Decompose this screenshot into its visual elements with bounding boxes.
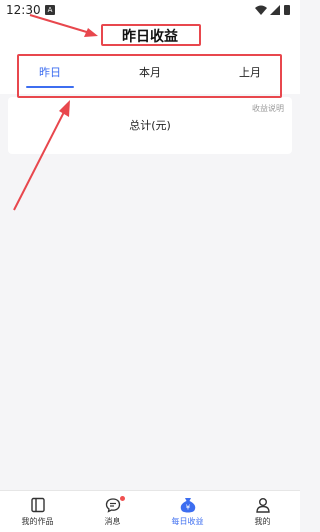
page-title: 昨日收益	[122, 29, 178, 45]
total-label: 总计(元)	[129, 119, 171, 132]
battery-icon	[284, 5, 290, 15]
header: 昨日收益	[0, 22, 300, 52]
period-tabs: 昨日 本月 上月	[0, 52, 300, 94]
status-bar: 12:30 A	[0, 0, 300, 22]
money-bag-icon: ¥	[180, 498, 195, 513]
notification-a-icon: A	[45, 5, 55, 15]
nav-mine-label: 我的	[254, 517, 271, 526]
nav-my-works-label: 我的作品	[21, 517, 54, 526]
nav-mine[interactable]: 我的	[225, 491, 300, 532]
bottom-nav: 我的作品 消息 ¥ 每日收益 我的	[0, 490, 300, 532]
tab-yesterday[interactable]: 昨日	[26, 64, 74, 80]
person-icon	[255, 498, 270, 513]
status-icons-svg	[255, 5, 290, 15]
chat-icon	[105, 498, 120, 513]
book-icon	[30, 497, 45, 513]
message-badge-dot	[120, 496, 125, 501]
earnings-card: 收益说明 总计(元)	[8, 97, 292, 154]
nav-messages[interactable]: 消息	[75, 491, 150, 532]
svg-text:¥: ¥	[185, 504, 190, 512]
wifi-icon	[255, 5, 267, 15]
nav-messages-label: 消息	[104, 517, 121, 526]
tab-last-month[interactable]: 上月	[226, 64, 274, 80]
nav-daily-earnings-label: 每日收益	[171, 517, 204, 526]
app-screen: 12:30 A 昨日收益 昨日 本月 上月 收益说明 总计(元) 我的作品 消息…	[0, 0, 300, 532]
tab-this-month[interactable]: 本月	[126, 64, 174, 80]
signal-icon	[270, 5, 280, 15]
status-time: 12:30	[6, 3, 41, 17]
nav-daily-earnings[interactable]: ¥ 每日收益	[150, 491, 225, 532]
status-icons	[254, 4, 294, 18]
earnings-help-link[interactable]: 收益说明	[252, 103, 284, 114]
nav-my-works[interactable]: 我的作品	[0, 491, 75, 532]
tab-active-indicator	[26, 86, 74, 88]
